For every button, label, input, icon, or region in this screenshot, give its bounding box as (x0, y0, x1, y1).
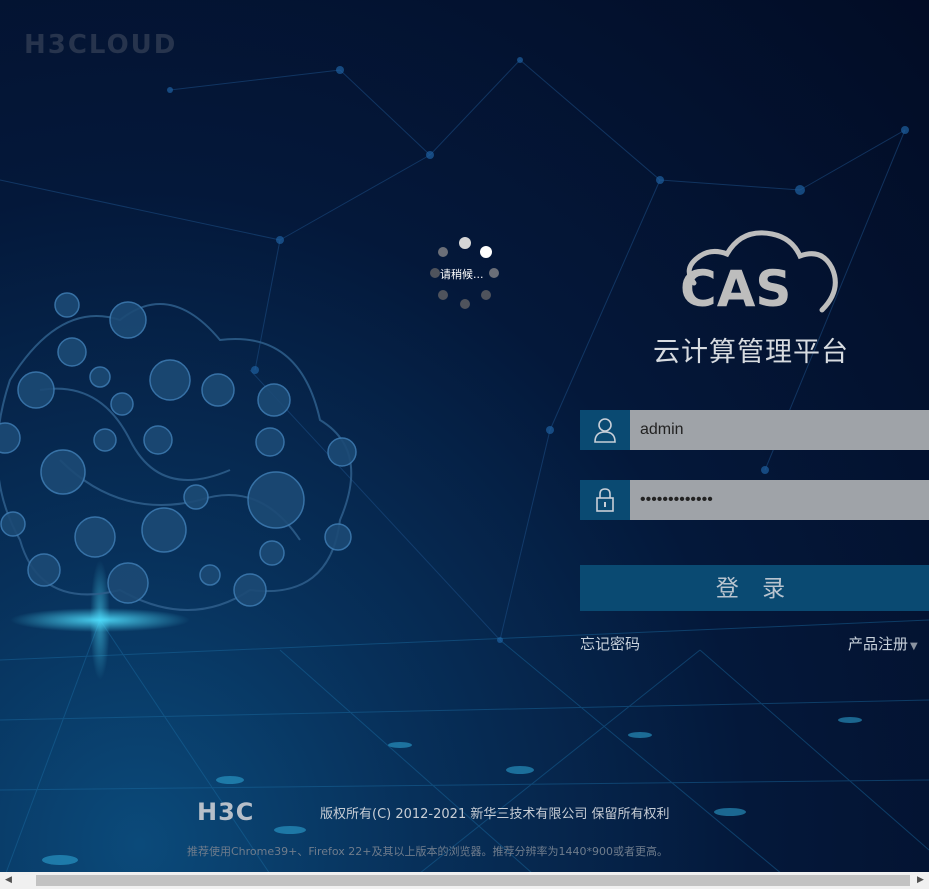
platform-title: 云计算管理平台 (653, 337, 849, 368)
password-input[interactable] (630, 480, 929, 520)
loading-text: 请稍候... (440, 268, 484, 281)
h3c-footer-logo: H3C (197, 798, 255, 826)
h3cloud-logo: H3CLOUD (24, 30, 178, 60)
scroll-left-arrow-icon[interactable]: ◀ (0, 872, 17, 889)
product-register-label: 产品注册 (848, 635, 909, 653)
user-icon (580, 410, 630, 450)
scrollbar-thumb[interactable] (36, 875, 910, 886)
scroll-right-arrow-icon[interactable]: ▶ (912, 872, 929, 889)
caret-down-icon: ▼ (910, 641, 918, 652)
lock-icon (580, 480, 630, 520)
username-field (580, 410, 929, 450)
cas-logo-text: CAS (680, 260, 791, 318)
horizontal-scrollbar[interactable]: ◀ ▶ (0, 872, 929, 889)
copyright-text: 版权所有(C) 2012-2021 新华三技术有限公司 保留所有权利 (320, 807, 670, 822)
browser-recommendation-text: 推荐使用Chrome39+、Firefox 22+及其以上版本的浏览器。推荐分辨… (187, 845, 668, 858)
password-field (580, 480, 929, 520)
login-button[interactable]: 登 录 (580, 565, 929, 611)
forgot-password-link[interactable]: 忘记密码 (580, 633, 640, 654)
username-input[interactable] (630, 410, 929, 450)
product-register-link[interactable]: 产品注册 ▼ (848, 633, 918, 654)
cas-logo: CAS (680, 230, 838, 318)
